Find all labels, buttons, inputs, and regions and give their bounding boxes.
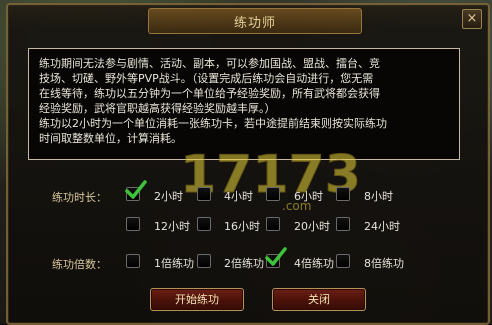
- close-icon[interactable]: ×: [462, 9, 482, 29]
- duration-option-6h[interactable]: 6小时: [294, 188, 323, 204]
- duration-checkbox-8h[interactable]: [336, 187, 350, 201]
- duration-option-24h[interactable]: 24小时: [364, 218, 400, 234]
- dialog-titlebar: 练功师: [148, 8, 362, 34]
- multiplier-checkbox-4x[interactable]: [265, 247, 287, 268]
- dialog-title: 练功师: [233, 15, 276, 31]
- multiplier-option-1x[interactable]: 1倍练功: [154, 255, 194, 271]
- duration-label: 练功时长：: [52, 191, 107, 204]
- multiplier-option-8x[interactable]: 8倍练功: [364, 255, 404, 271]
- multiplier-option-4x[interactable]: 4倍练功: [294, 255, 334, 271]
- duration-option-20h[interactable]: 20小时: [294, 218, 330, 234]
- multiplier-option-2x[interactable]: 2倍练功: [224, 255, 264, 271]
- description-panel: 练功期间无法参与剧情、活动、副本，可以参加国战、盟战、擂台、竞 技场、切磋、野外…: [28, 48, 460, 160]
- multiplier-checkbox-2x[interactable]: [197, 254, 211, 268]
- duration-checkbox-16h[interactable]: [197, 217, 211, 231]
- description-text: 练功期间无法参与剧情、活动、副本，可以参加国战、盟战、擂台、竞 技场、切磋、野外…: [39, 57, 387, 145]
- duration-checkbox-6h[interactable]: [266, 187, 280, 201]
- duration-option-8h[interactable]: 8小时: [364, 188, 393, 204]
- duration-checkbox-2h[interactable]: [125, 180, 147, 201]
- checkmark-icon: [125, 180, 147, 199]
- duration-option-12h[interactable]: 12小时: [154, 218, 190, 234]
- duration-option-2h[interactable]: 2小时: [154, 188, 183, 204]
- duration-checkbox-20h[interactable]: [266, 217, 280, 231]
- checkmark-icon: [265, 247, 287, 266]
- duration-checkbox-4h[interactable]: [197, 187, 211, 201]
- duration-option-4h[interactable]: 4小时: [224, 188, 253, 204]
- duration-checkbox-12h[interactable]: [126, 217, 140, 231]
- duration-option-16h[interactable]: 16小时: [224, 218, 260, 234]
- multiplier-checkbox-8x[interactable]: [336, 254, 350, 268]
- start-training-button[interactable]: 开始练功: [150, 288, 244, 311]
- multiplier-label: 练功倍数：: [52, 258, 107, 271]
- close-button[interactable]: 关闭: [272, 288, 366, 311]
- duration-checkbox-24h[interactable]: [336, 217, 350, 231]
- multiplier-checkbox-1x[interactable]: [126, 254, 140, 268]
